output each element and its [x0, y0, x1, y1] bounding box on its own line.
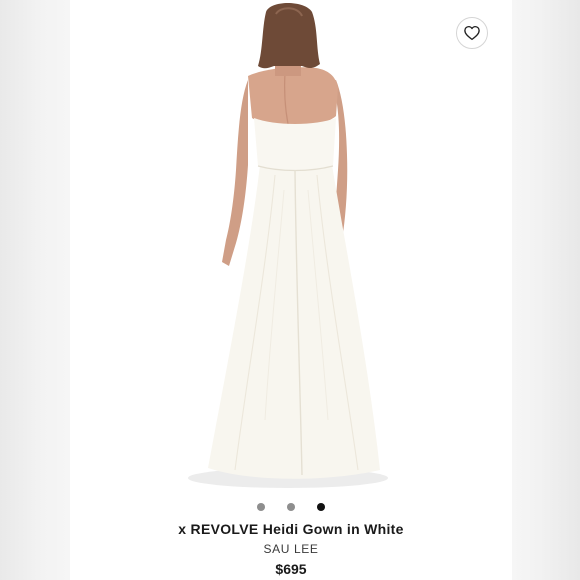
product-title: x REVOLVE Heidi Gown in White	[178, 521, 404, 537]
image-carousel-indicators	[70, 503, 512, 511]
product-photo[interactable]	[70, 0, 512, 492]
carousel-dot-2[interactable]	[287, 503, 295, 511]
favorite-button[interactable]	[456, 17, 488, 49]
product-card: x REVOLVE Heidi Gown in White SAU LEE $6…	[70, 0, 512, 580]
product-brand: SAU LEE	[263, 542, 319, 556]
carousel-dot-3[interactable]	[317, 503, 325, 511]
heart-outline-icon	[464, 25, 480, 41]
product-price: $695	[275, 561, 307, 577]
background-right-panel	[512, 0, 580, 580]
background-left-panel	[0, 0, 70, 580]
carousel-dot-1[interactable]	[257, 503, 265, 511]
